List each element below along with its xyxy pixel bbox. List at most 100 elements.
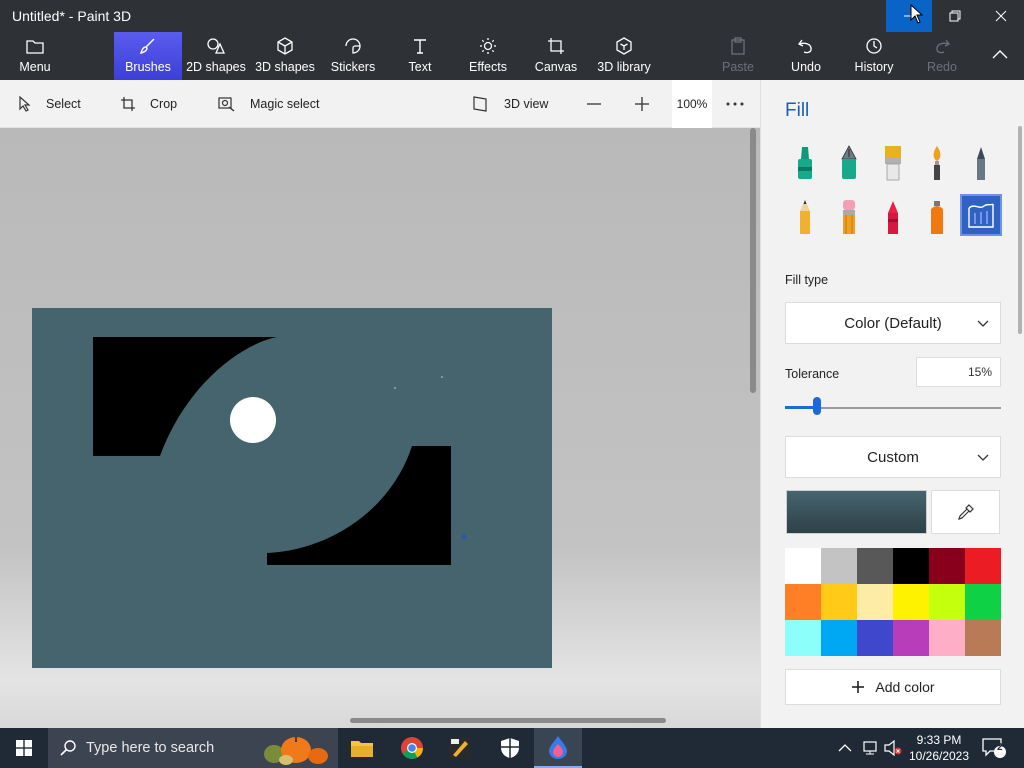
add-color-button[interactable]: Add color xyxy=(785,669,1001,705)
color-mode-value: Custom xyxy=(867,448,919,466)
color-swatch[interactable] xyxy=(785,620,821,656)
drawing-canvas[interactable] xyxy=(32,308,552,668)
color-swatch[interactable] xyxy=(929,620,965,656)
workspace[interactable] xyxy=(0,128,760,728)
spray-can-button[interactable] xyxy=(916,196,958,238)
color-swatch[interactable] xyxy=(965,620,1001,656)
collapse-ribbon-button[interactable] xyxy=(984,32,1016,80)
library-icon xyxy=(616,37,632,55)
show-hidden-icons-button[interactable] xyxy=(838,728,852,768)
color-swatch[interactable] xyxy=(821,584,857,620)
cube-icon xyxy=(277,37,293,55)
magic-select-button[interactable]: Magic select xyxy=(218,80,319,128)
paint-3d-taskbar-button[interactable] xyxy=(534,728,582,768)
color-swatch[interactable] xyxy=(857,584,893,620)
ribbon-tab-label: 2D shapes xyxy=(186,60,246,74)
history-button[interactable]: History xyxy=(850,32,898,80)
zoom-out-button[interactable] xyxy=(586,80,602,128)
tab-stickers[interactable]: Stickers xyxy=(328,32,378,80)
fill-type-dropdown[interactable]: Color (Default) xyxy=(785,302,1001,344)
sticker-icon xyxy=(345,38,361,54)
pumpkins-icon xyxy=(264,737,328,765)
vertical-scrollbar[interactable] xyxy=(750,128,756,393)
undo-icon xyxy=(798,39,812,54)
network-icon-button[interactable] xyxy=(862,728,880,768)
pixel-pen-icon xyxy=(977,147,985,180)
color-swatch[interactable] xyxy=(893,620,929,656)
notifications-button[interactable]: 2 xyxy=(982,728,1006,768)
shield-icon xyxy=(501,738,519,758)
eyedropper-button[interactable] xyxy=(931,490,1000,534)
zoom-in-button[interactable] xyxy=(634,80,650,128)
fill-type-label: Fill type xyxy=(785,273,829,287)
crayon-button[interactable] xyxy=(872,196,914,238)
watercolor-brush-button[interactable] xyxy=(916,142,958,184)
color-swatch[interactable] xyxy=(857,548,893,584)
color-swatch[interactable] xyxy=(965,548,1001,584)
restore-button[interactable] xyxy=(932,0,978,32)
color-swatch[interactable] xyxy=(929,584,965,620)
menu-button[interactable]: Menu xyxy=(10,32,60,80)
close-button[interactable] xyxy=(978,0,1024,32)
crop-button[interactable]: Crop xyxy=(120,80,177,128)
mouse-cursor-icon xyxy=(910,4,924,24)
tab-text[interactable]: Text xyxy=(398,32,442,80)
calligraphy-pen-button[interactable] xyxy=(828,142,870,184)
pencil-brush-button[interactable] xyxy=(784,196,826,238)
panel-scrollbar[interactable] xyxy=(1018,126,1022,334)
clock-date: 10/26/2023 xyxy=(908,749,970,763)
title-bar: Untitled* - Paint 3D xyxy=(0,0,1024,32)
tab-3d-library[interactable]: 3D library xyxy=(596,32,652,80)
select-arrow-icon xyxy=(19,96,31,112)
white-circle xyxy=(230,397,276,443)
color-mode-dropdown[interactable]: Custom xyxy=(785,436,1001,478)
more-options-button[interactable] xyxy=(726,80,744,128)
volume-muted-icon xyxy=(884,740,902,756)
undo-button[interactable]: Undo xyxy=(786,32,826,80)
redo-button[interactable]: Redo xyxy=(922,32,962,80)
tab-canvas[interactable]: Canvas xyxy=(532,32,580,80)
color-swatch[interactable] xyxy=(857,620,893,656)
file-explorer-taskbar-button[interactable] xyxy=(338,728,386,768)
crayon-icon xyxy=(888,201,898,234)
tab-effects[interactable]: Effects xyxy=(464,32,512,80)
taskbar-search-box[interactable]: Type here to search xyxy=(48,728,338,768)
zoom-level[interactable]: 100% xyxy=(672,80,712,128)
chrome-taskbar-button[interactable] xyxy=(388,728,436,768)
color-swatch[interactable] xyxy=(821,620,857,656)
color-swatch[interactable] xyxy=(785,548,821,584)
magic-select-icon xyxy=(218,97,235,112)
current-color-swatch[interactable] xyxy=(786,490,927,534)
pixel-pen-button[interactable] xyxy=(960,142,1002,184)
paste-button[interactable]: Paste xyxy=(720,32,756,80)
volume-icon-button[interactable] xyxy=(884,728,902,768)
tolerance-slider-thumb[interactable] xyxy=(813,397,821,415)
marker-brush-button[interactable] xyxy=(784,142,826,184)
start-button[interactable] xyxy=(0,728,48,768)
plus-icon xyxy=(852,681,865,693)
tolerance-label: Tolerance xyxy=(785,367,840,381)
tab-3d-shapes[interactable]: 3D shapes xyxy=(254,32,316,80)
eraser-button[interactable] xyxy=(828,196,870,238)
tab-2d-shapes[interactable]: 2D shapes xyxy=(186,32,246,80)
color-swatch[interactable] xyxy=(893,548,929,584)
ribbon-tab-label: Menu xyxy=(19,60,51,74)
app-taskbar-button[interactable] xyxy=(436,728,484,768)
color-swatch[interactable] xyxy=(929,548,965,584)
3d-view-button[interactable]: 3D view xyxy=(472,80,548,128)
color-swatch[interactable] xyxy=(965,584,1001,620)
select-button[interactable]: Select xyxy=(18,80,81,128)
add-color-label: Add color xyxy=(875,679,935,695)
security-taskbar-button[interactable] xyxy=(486,728,534,768)
taskbar-clock[interactable]: 9:33 PM 10/26/2023 xyxy=(902,732,976,764)
tolerance-input[interactable]: 15% xyxy=(916,357,1001,387)
tab-brushes[interactable]: Brushes xyxy=(114,32,182,80)
color-swatch[interactable] xyxy=(893,584,929,620)
select-label: Select xyxy=(46,97,81,111)
oil-brush-button[interactable] xyxy=(872,142,914,184)
fill-bucket-button[interactable] xyxy=(960,194,1002,236)
minimize-button[interactable] xyxy=(886,0,932,32)
color-swatch[interactable] xyxy=(821,548,857,584)
color-swatch[interactable] xyxy=(785,584,821,620)
horizontal-scrollbar[interactable] xyxy=(350,718,666,723)
